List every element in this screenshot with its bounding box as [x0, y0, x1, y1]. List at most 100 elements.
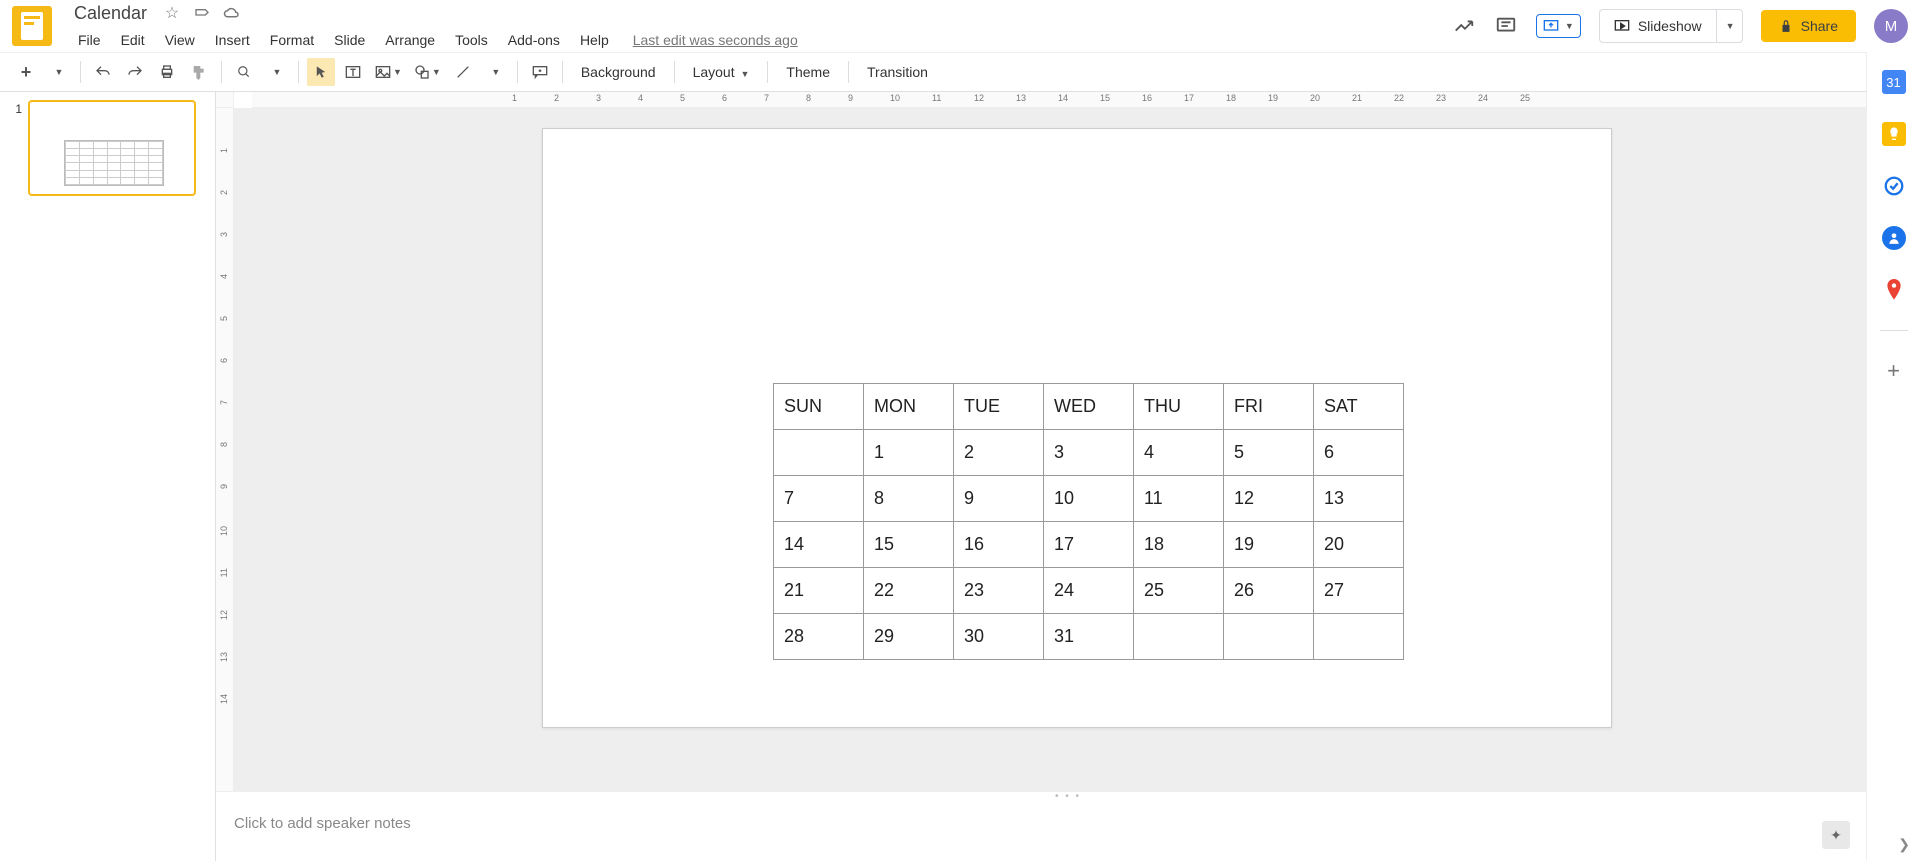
zoom-button[interactable] [230, 58, 258, 86]
get-addons-button[interactable]: + [1882, 359, 1906, 383]
tasks-app-icon[interactable] [1882, 174, 1906, 198]
calendar-cell[interactable]: 3 [1044, 430, 1134, 476]
zoom-dropdown[interactable]: ▼ [262, 58, 290, 86]
account-avatar[interactable]: M [1874, 9, 1908, 43]
paint-format-button[interactable] [185, 58, 213, 86]
keep-app-icon[interactable] [1882, 122, 1906, 146]
theme-button[interactable]: Theme [776, 64, 840, 80]
calendar-cell[interactable]: 30 [954, 614, 1044, 660]
speaker-notes[interactable]: Click to add speaker notes [216, 801, 1920, 861]
cloud-status-icon[interactable] [223, 4, 241, 22]
present-to-meeting-button[interactable]: ▼ [1536, 14, 1581, 38]
calendar-cell[interactable]: 11 [1134, 476, 1224, 522]
calendar-cell[interactable]: 24 [1044, 568, 1134, 614]
line-dropdown[interactable]: ▼ [481, 58, 509, 86]
new-slide-dropdown[interactable]: ▼ [44, 58, 72, 86]
redo-button[interactable] [121, 58, 149, 86]
menu-arrange[interactable]: Arrange [377, 28, 443, 52]
canvas-background[interactable]: SUNMONTUEWEDTHUFRISAT1234567891011121314… [234, 108, 1920, 791]
select-tool[interactable] [307, 58, 335, 86]
document-title[interactable]: Calendar [70, 1, 151, 26]
menu-insert[interactable]: Insert [207, 28, 258, 52]
calendar-cell[interactable]: 18 [1134, 522, 1224, 568]
calendar-header-cell[interactable]: WED [1044, 384, 1134, 430]
calendar-cell[interactable] [1134, 614, 1224, 660]
calendar-cell[interactable]: 6 [1314, 430, 1404, 476]
calendar-cell[interactable] [774, 430, 864, 476]
calendar-cell[interactable] [1224, 614, 1314, 660]
comment-button[interactable] [526, 58, 554, 86]
slides-logo[interactable] [12, 6, 52, 46]
menu-help[interactable]: Help [572, 28, 617, 52]
calendar-app-icon[interactable]: 31 [1882, 70, 1906, 94]
calendar-cell[interactable]: 9 [954, 476, 1044, 522]
calendar-cell[interactable]: 8 [864, 476, 954, 522]
menu-slide[interactable]: Slide [326, 28, 373, 52]
show-sidepanel-chevron[interactable]: ❯ [1898, 836, 1910, 853]
calendar-cell[interactable]: 31 [1044, 614, 1134, 660]
contacts-app-icon[interactable] [1882, 226, 1906, 250]
shape-tool[interactable]: ▼ [410, 58, 445, 86]
comments-icon[interactable] [1494, 14, 1518, 38]
calendar-cell[interactable]: 14 [774, 522, 864, 568]
calendar-cell[interactable]: 19 [1224, 522, 1314, 568]
calendar-header-cell[interactable]: FRI [1224, 384, 1314, 430]
calendar-header-cell[interactable]: SAT [1314, 384, 1404, 430]
slide-panel: 1 [0, 92, 216, 861]
calendar-header-cell[interactable]: SUN [774, 384, 864, 430]
move-icon[interactable] [193, 4, 211, 22]
calendar-cell[interactable]: 20 [1314, 522, 1404, 568]
calendar-cell[interactable]: 16 [954, 522, 1044, 568]
calendar-cell[interactable] [1314, 614, 1404, 660]
slideshow-button[interactable]: Slideshow [1600, 10, 1716, 42]
activity-icon[interactable] [1452, 14, 1476, 38]
maps-app-icon[interactable] [1882, 278, 1906, 302]
calendar-header-cell[interactable]: MON [864, 384, 954, 430]
last-edit-link[interactable]: Last edit was seconds ago [633, 32, 798, 48]
calendar-header-cell[interactable]: THU [1134, 384, 1224, 430]
calendar-cell[interactable]: 1 [864, 430, 954, 476]
calendar-cell[interactable]: 21 [774, 568, 864, 614]
calendar-cell[interactable]: 27 [1314, 568, 1404, 614]
calendar-cell[interactable]: 4 [1134, 430, 1224, 476]
undo-button[interactable] [89, 58, 117, 86]
menu-format[interactable]: Format [262, 28, 322, 52]
calendar-cell[interactable]: 28 [774, 614, 864, 660]
menu-tools[interactable]: Tools [447, 28, 496, 52]
line-tool[interactable] [449, 58, 477, 86]
explore-button[interactable]: ✦ [1822, 821, 1850, 849]
calendar-cell[interactable]: 26 [1224, 568, 1314, 614]
slideshow-dropdown[interactable]: ▼ [1716, 10, 1742, 42]
print-button[interactable] [153, 58, 181, 86]
calendar-cell[interactable]: 10 [1044, 476, 1134, 522]
new-slide-button[interactable]: + [12, 58, 40, 86]
image-tool[interactable]: ▼ [371, 58, 406, 86]
transition-button[interactable]: Transition [857, 64, 938, 80]
slide-thumbnail[interactable] [28, 100, 196, 196]
slide-canvas[interactable]: SUNMONTUEWEDTHUFRISAT1234567891011121314… [542, 128, 1612, 728]
menu-edit[interactable]: Edit [113, 28, 153, 52]
menu-addons[interactable]: Add-ons [500, 28, 568, 52]
star-icon[interactable]: ☆ [163, 4, 181, 22]
calendar-cell[interactable]: 2 [954, 430, 1044, 476]
background-button[interactable]: Background [571, 64, 666, 80]
notes-splitter[interactable]: • • • [216, 791, 1920, 801]
calendar-cell[interactable]: 13 [1314, 476, 1404, 522]
layout-button[interactable]: Layout ▼ [683, 64, 760, 80]
calendar-cell[interactable]: 23 [954, 568, 1044, 614]
calendar-cell[interactable]: 5 [1224, 430, 1314, 476]
canvas-zone: 1234567891011121314151617181920212223242… [216, 92, 1920, 861]
calendar-cell[interactable]: 22 [864, 568, 954, 614]
calendar-cell[interactable]: 29 [864, 614, 954, 660]
textbox-tool[interactable] [339, 58, 367, 86]
calendar-cell[interactable]: 15 [864, 522, 954, 568]
calendar-cell[interactable]: 12 [1224, 476, 1314, 522]
calendar-cell[interactable]: 7 [774, 476, 864, 522]
menu-file[interactable]: File [70, 28, 109, 52]
menu-view[interactable]: View [157, 28, 203, 52]
calendar-cell[interactable]: 25 [1134, 568, 1224, 614]
share-button[interactable]: Share [1761, 10, 1856, 42]
calendar-table[interactable]: SUNMONTUEWEDTHUFRISAT1234567891011121314… [773, 383, 1404, 660]
calendar-header-cell[interactable]: TUE [954, 384, 1044, 430]
calendar-cell[interactable]: 17 [1044, 522, 1134, 568]
